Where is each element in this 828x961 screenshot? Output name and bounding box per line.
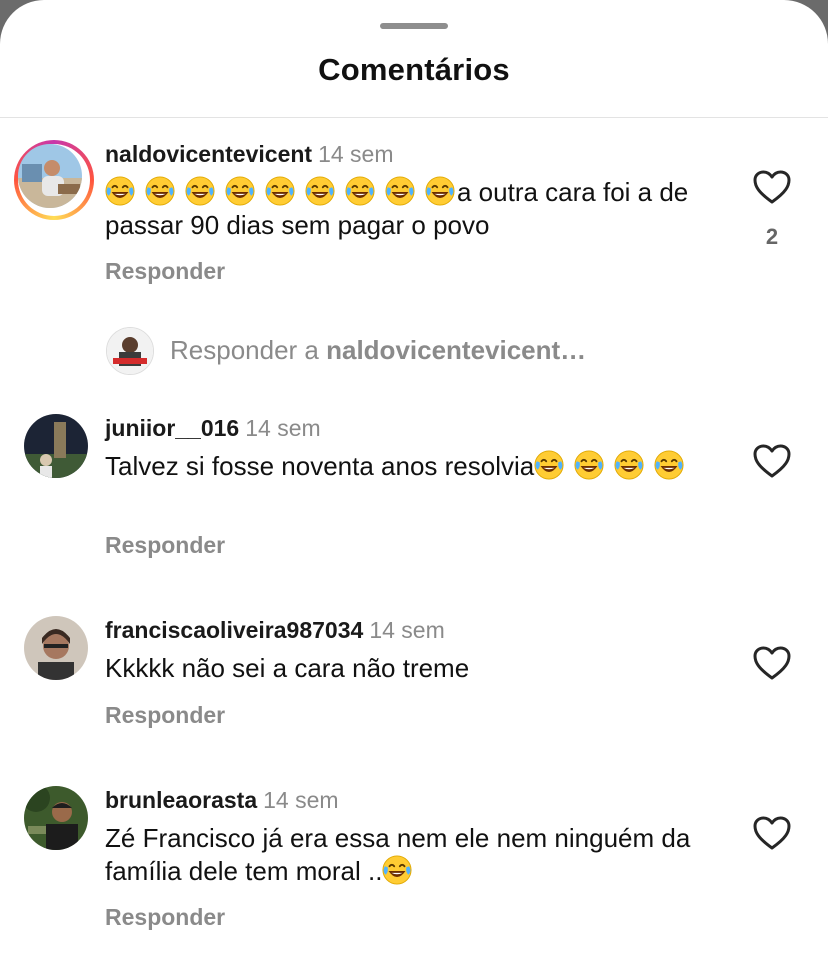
reply-prompt[interactable]: Responder a naldovicentevicent…: [170, 335, 586, 366]
laughing-emoji-icon: [305, 176, 335, 206]
laughing-emoji-icon: [574, 450, 604, 480]
laughing-emoji-icon: [105, 176, 135, 206]
current-user-avatar: [106, 327, 154, 375]
comments-sheet: Comentários naldovicentevicent14 sem a: [0, 0, 828, 961]
comment-meta: brunleaorasta 14 sem: [105, 786, 339, 814]
reply-button[interactable]: Responder: [105, 904, 225, 931]
laughing-emoji-icon: [225, 176, 255, 206]
avatar-story-ring[interactable]: [14, 140, 94, 220]
avatar: [18, 144, 82, 208]
comment-time: 14 sem: [245, 415, 321, 441]
reply-button[interactable]: Responder: [105, 532, 225, 559]
comment-text-block: Talvez si fosse noventa anos resolvia: [105, 450, 715, 483]
comment-time: 14 sem: [369, 617, 445, 643]
comment-username[interactable]: naldovicentevicent: [105, 141, 312, 167]
comment-text-block: Zé Francisco já era essa nem ele nem nin…: [105, 822, 715, 888]
comment-text: Kkkkk não sei a cara não treme: [105, 653, 470, 683]
laughing-emoji-icon: [534, 450, 564, 480]
heart-icon[interactable]: [752, 443, 792, 479]
laughing-emoji-icon: [614, 450, 644, 480]
laughing-emoji-icon: [345, 176, 375, 206]
comment-username[interactable]: franciscaoliveira987034: [105, 617, 363, 643]
comment-meta: naldovicentevicent 14 sem: [105, 140, 394, 168]
laughing-emoji-icon: [382, 855, 412, 885]
laughing-emoji-icon: [425, 176, 455, 206]
comment-username[interactable]: juniior__016: [105, 415, 239, 441]
like-count: 2: [765, 224, 779, 249]
comment-meta: franciscaoliveira987034 14 sem: [105, 616, 445, 644]
avatar[interactable]: [24, 786, 88, 850]
reply-prompt-prefix: Responder a: [170, 335, 327, 365]
laughing-emoji-icon: [385, 176, 415, 206]
reply-button[interactable]: Responder: [105, 258, 225, 285]
header-divider: [0, 117, 828, 118]
comment-meta: juniior__016 14 sem: [105, 414, 321, 442]
avatar[interactable]: [24, 616, 88, 680]
sheet-grabber[interactable]: [380, 23, 448, 29]
comment-text-block: a outra cara foi a de passar 90 dias sem…: [105, 176, 715, 242]
heart-icon[interactable]: [752, 169, 792, 205]
heart-icon[interactable]: [752, 815, 792, 851]
comment-text: Talvez si fosse noventa anos resolvia: [105, 451, 535, 481]
reply-target-username: naldovicentevicent…: [326, 335, 587, 365]
emoji-row: [105, 177, 457, 207]
laughing-emoji-icon: [265, 176, 295, 206]
sheet-title: Comentários: [318, 52, 510, 87]
comment-username[interactable]: brunleaorasta: [105, 787, 257, 813]
laughing-emoji-icon: [654, 450, 684, 480]
comment-time: 14 sem: [263, 787, 339, 813]
reply-button[interactable]: Responder: [105, 702, 225, 729]
laughing-emoji-icon: [185, 176, 215, 206]
avatar[interactable]: [24, 414, 88, 478]
laughing-emoji-icon: [145, 176, 175, 206]
heart-icon[interactable]: [752, 645, 792, 681]
comment-time: 14 sem: [318, 141, 394, 167]
